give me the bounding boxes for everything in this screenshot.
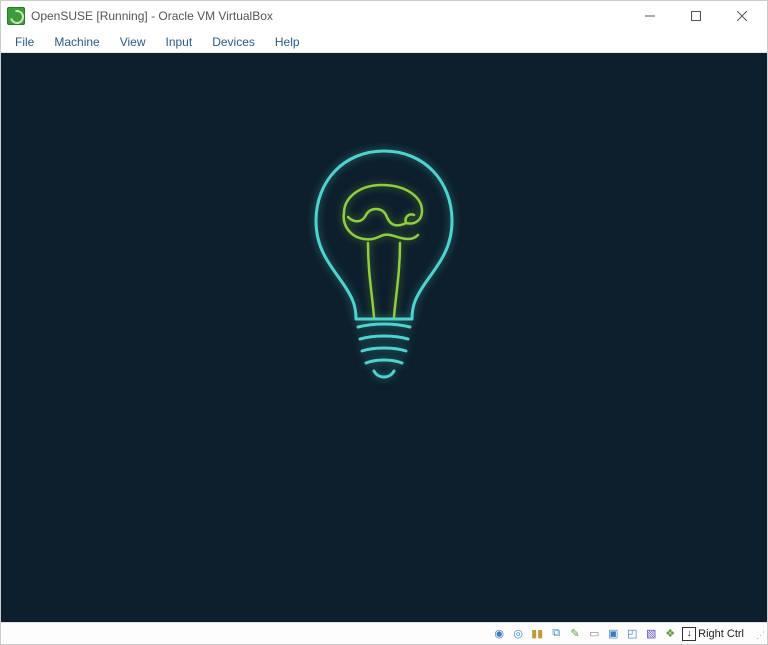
display-icon[interactable]: ▣: [604, 625, 622, 643]
host-key-arrow-icon: ↓: [682, 627, 696, 641]
opensuse-boot-logo: [294, 143, 474, 403]
minimize-button[interactable]: [627, 1, 673, 31]
menu-view[interactable]: View: [110, 33, 156, 51]
guest-display[interactable]: [1, 53, 767, 622]
close-button[interactable]: [719, 1, 765, 31]
usb-icon[interactable]: ✎: [566, 625, 584, 643]
window-title: OpenSUSE [Running] - Oracle VM VirtualBo…: [31, 9, 627, 23]
hard-disk-icon[interactable]: ◉: [490, 625, 508, 643]
status-bar: ◉ ◎ ▮▮ ⧉ ✎ ▭ ▣ ◰ ▧ ❖ ↓ Right Ctrl ⋰: [1, 622, 767, 644]
host-key-label: Right Ctrl: [698, 628, 744, 640]
shared-folder-icon[interactable]: ▭: [585, 625, 603, 643]
menu-file[interactable]: File: [5, 33, 44, 51]
network-icon[interactable]: ⧉: [547, 625, 565, 643]
menu-machine[interactable]: Machine: [44, 33, 109, 51]
maximize-button[interactable]: [673, 1, 719, 31]
recording-icon[interactable]: ◰: [623, 625, 641, 643]
optical-disc-icon[interactable]: ◎: [509, 625, 527, 643]
virtualbox-app-icon: [7, 7, 25, 25]
title-bar: OpenSUSE [Running] - Oracle VM VirtualBo…: [1, 1, 767, 31]
host-key-indicator[interactable]: ↓ Right Ctrl: [680, 627, 748, 641]
menu-input[interactable]: Input: [156, 33, 203, 51]
resize-grip-icon[interactable]: ⋰: [751, 627, 765, 641]
audio-icon[interactable]: ▮▮: [528, 625, 546, 643]
menu-help[interactable]: Help: [265, 33, 310, 51]
mouse-integration-icon[interactable]: ❖: [661, 625, 679, 643]
window-controls: [627, 1, 765, 31]
cpu-icon[interactable]: ▧: [642, 625, 660, 643]
menu-devices[interactable]: Devices: [202, 33, 265, 51]
menu-bar: File Machine View Input Devices Help: [1, 31, 767, 53]
